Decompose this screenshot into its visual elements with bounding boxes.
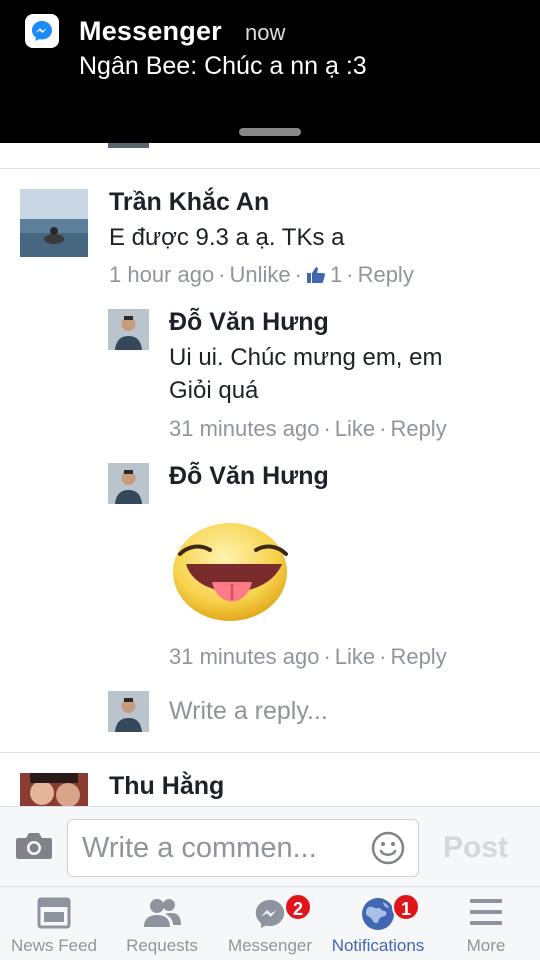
tab-label: Messenger	[227, 936, 313, 955]
avatar[interactable]	[108, 309, 149, 350]
notification-app-name: Messenger	[79, 16, 222, 46]
notifications-badge: 1	[392, 893, 420, 921]
messenger-badge: 2	[284, 893, 312, 921]
banner-drag-handle[interactable]	[239, 128, 301, 136]
comment-text: E được 9.3 a ạ. TKs a	[109, 224, 345, 251]
comment-composer: Post	[0, 806, 540, 886]
messenger-app-icon	[25, 14, 59, 48]
notification-time: now	[245, 20, 286, 45]
friend-requests-icon	[143, 897, 181, 932]
tab-messenger[interactable]: 2 Messenger	[216, 887, 324, 960]
divider	[0, 168, 540, 169]
reply-author[interactable]: Đỗ Văn Hưng	[169, 462, 329, 491]
like-thumb-icon	[306, 265, 326, 291]
previous-comment-avatar	[108, 143, 149, 148]
reply-meta: 31 minutes ago · Like · Reply	[169, 644, 447, 669]
like-link[interactable]: Like	[335, 644, 375, 669]
tab-label: News Feed	[11, 936, 97, 955]
bottom-tab-bar: News Feed Requests 2 Messenger 1 Notific…	[0, 886, 540, 960]
comment-author[interactable]: Thu Hằng	[109, 772, 224, 801]
like-count[interactable]: 1	[330, 262, 342, 287]
reply-link[interactable]: Reply	[390, 416, 446, 441]
reply-link[interactable]: Reply	[358, 262, 414, 287]
like-link[interactable]: Like	[335, 416, 375, 441]
avatar[interactable]	[20, 189, 88, 257]
reply-text-line-2: Giỏi quá	[169, 377, 259, 404]
tab-requests[interactable]: Requests	[108, 887, 216, 960]
tab-label: Requests	[126, 936, 198, 955]
menu-icon	[469, 897, 503, 932]
tab-label: Notifications	[331, 936, 425, 955]
globe-icon	[361, 897, 395, 936]
camera-icon[interactable]	[15, 831, 53, 866]
notification-banner[interactable]: Messenger now Ngân Bee: Chúc a nn ạ :3	[0, 0, 540, 143]
tab-notifications[interactable]: 1 Notifications	[324, 887, 432, 960]
comment-input[interactable]	[82, 829, 372, 867]
write-reply-input[interactable]: Write a reply...	[169, 697, 328, 726]
comment-time[interactable]: 1 hour ago	[109, 262, 214, 287]
reply-author[interactable]: Đỗ Văn Hưng	[169, 308, 329, 337]
avatar[interactable]	[108, 463, 149, 504]
smiley-icon[interactable]	[371, 831, 405, 870]
post-button[interactable]: Post	[443, 831, 508, 865]
comment-meta: 1 hour ago · Unlike · 1 · Reply	[109, 262, 414, 291]
current-user-avatar	[108, 691, 149, 732]
tab-news-feed[interactable]: News Feed	[0, 887, 108, 960]
tab-label: More	[466, 936, 506, 955]
reply-time[interactable]: 31 minutes ago	[169, 644, 319, 669]
notification-message: Ngân Bee: Chúc a nn ạ :3	[79, 52, 367, 80]
reply-link[interactable]: Reply	[390, 644, 446, 669]
divider	[0, 752, 540, 753]
unlike-link[interactable]: Unlike	[230, 262, 291, 287]
reply-meta: 31 minutes ago · Like · Reply	[169, 416, 447, 441]
messenger-icon	[253, 897, 287, 936]
reply-time[interactable]: 31 minutes ago	[169, 416, 319, 441]
news-feed-icon	[37, 897, 71, 934]
tab-more[interactable]: More	[432, 887, 540, 960]
comment-input-box[interactable]	[67, 819, 419, 877]
avatar[interactable]	[20, 773, 88, 806]
tongue-out-emoji-sticker[interactable]	[172, 520, 292, 624]
reply-text-line-1: Ui ui. Chúc mưng em, em	[169, 344, 443, 371]
comment-author[interactable]: Trần Khắc An	[109, 188, 269, 217]
